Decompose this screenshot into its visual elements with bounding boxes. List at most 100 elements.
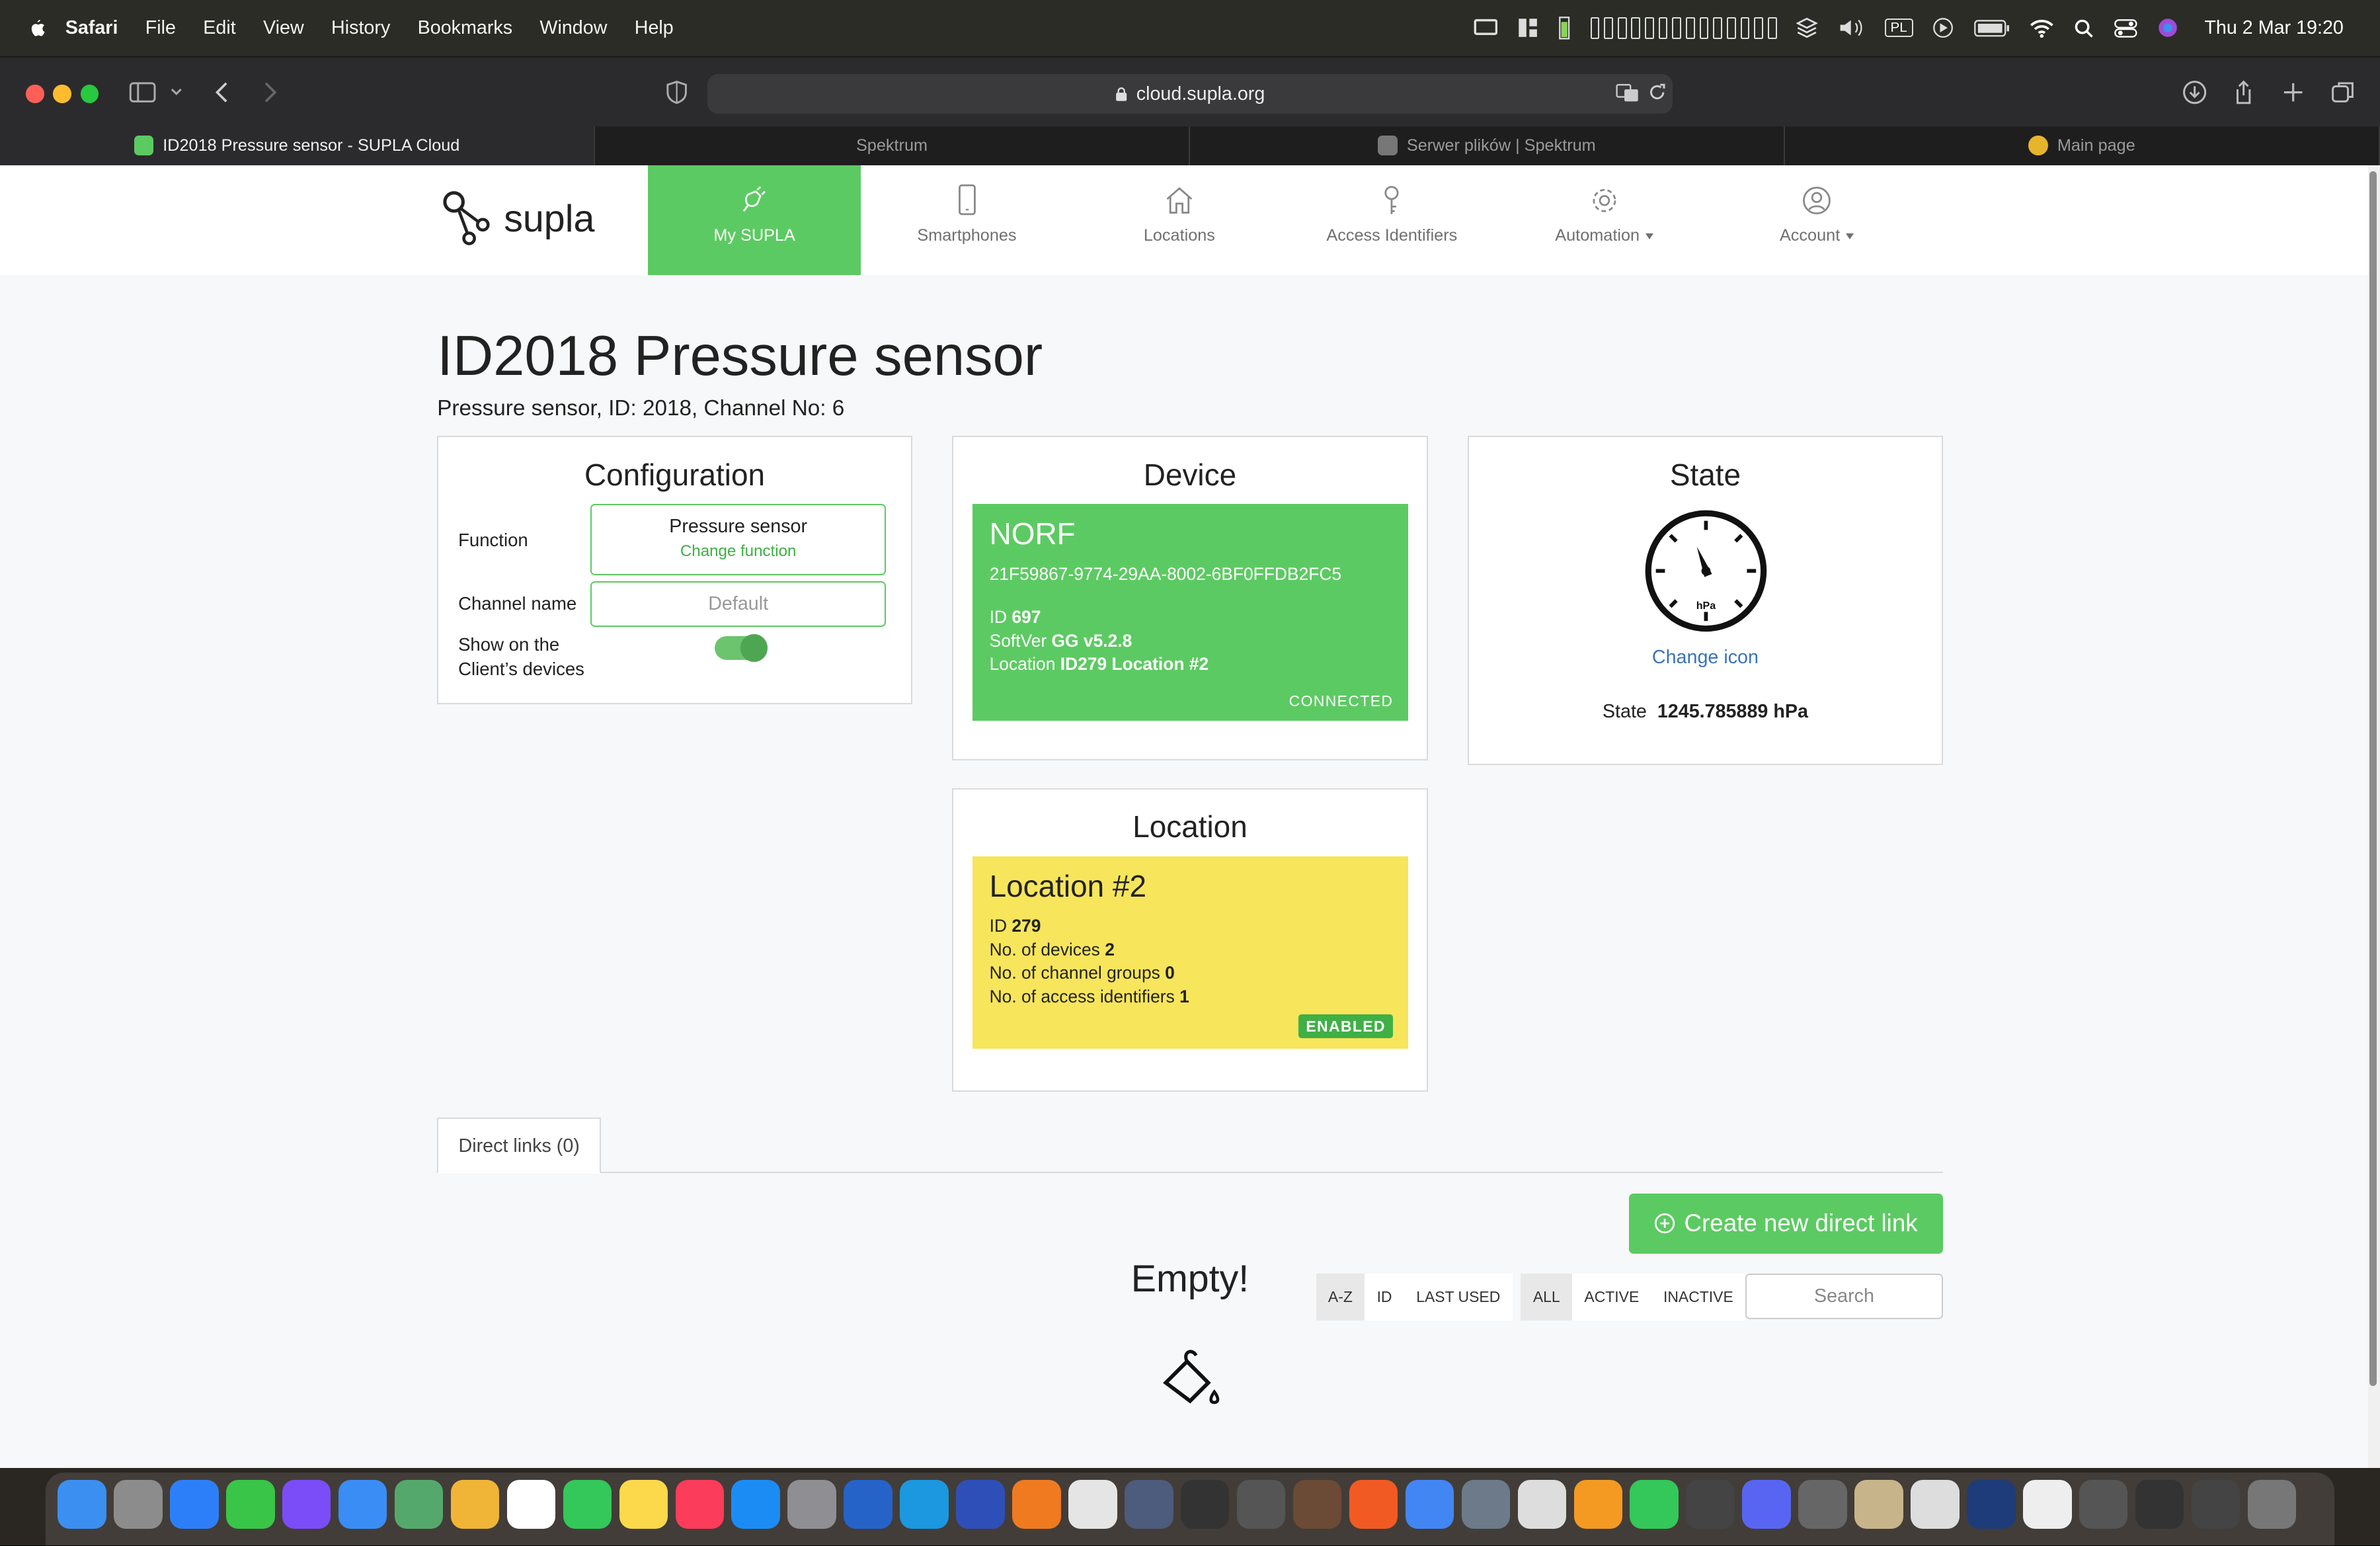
menu-app-name[interactable]: Safari xyxy=(65,17,118,39)
system-settings-icon[interactable] xyxy=(787,1480,836,1529)
chrome-icon[interactable] xyxy=(1405,1480,1454,1529)
tool-icon[interactable] xyxy=(1798,1480,1847,1529)
menu-edit[interactable]: Edit xyxy=(203,17,235,39)
transmit-icon[interactable] xyxy=(1517,1480,1567,1529)
menu-clock[interactable]: Thu 2 Mar 19:20 xyxy=(2204,17,2344,39)
messenger-icon[interactable] xyxy=(282,1480,331,1529)
battery-icon[interactable] xyxy=(1973,19,2010,38)
play-icon[interactable] xyxy=(1932,17,1954,38)
app-icon[interactable] xyxy=(1292,1480,1342,1529)
change-icon-link[interactable]: Change icon xyxy=(1469,647,1942,669)
nav-smartphones[interactable]: Smartphones xyxy=(861,165,1073,274)
new-tab-icon[interactable] xyxy=(2280,79,2307,106)
tab-supla[interactable]: ID2018 Pressure sensor - SUPLA Cloud xyxy=(0,126,595,166)
translate-icon[interactable] xyxy=(1614,79,1641,106)
nav-account[interactable]: Account xyxy=(1710,165,1923,274)
location-tile[interactable]: Location #2 ID 279 No. of devices 2 No. … xyxy=(972,856,1409,1049)
apple-icon[interactable] xyxy=(26,17,47,38)
disk-utility-icon[interactable] xyxy=(1686,1480,1735,1529)
nav-access-identifiers[interactable]: Access Identifiers xyxy=(1286,165,1498,274)
nav-automation[interactable]: Automation xyxy=(1498,165,1710,274)
safari-icon[interactable] xyxy=(170,1480,219,1529)
facetime-icon[interactable] xyxy=(563,1480,612,1529)
clipboard-app-icon[interactable] xyxy=(900,1480,949,1529)
document-icon[interactable] xyxy=(1911,1480,1960,1529)
discord-icon[interactable] xyxy=(1742,1480,1791,1529)
forward-icon[interactable] xyxy=(255,79,282,106)
channel-name-input[interactable]: Default xyxy=(590,581,887,627)
photos-icon[interactable] xyxy=(450,1480,500,1529)
tab-spektrum[interactable]: Spektrum xyxy=(595,126,1190,166)
zoom-window-button[interactable] xyxy=(80,85,99,103)
menu-history[interactable]: History xyxy=(331,17,390,39)
menu-window[interactable]: Window xyxy=(539,17,607,39)
screens-icon[interactable] xyxy=(956,1480,1005,1529)
search-icon[interactable] xyxy=(2074,19,2094,38)
app-store-icon[interactable] xyxy=(731,1480,780,1529)
brightness-icon[interactable] xyxy=(1236,1480,1286,1529)
privacy-shield-icon[interactable] xyxy=(663,79,690,106)
create-direct-link-button[interactable]: Create new direct link xyxy=(1628,1193,1943,1254)
music-icon[interactable] xyxy=(675,1480,725,1529)
show-on-devices-toggle[interactable] xyxy=(715,634,768,662)
menu-bookmarks[interactable]: Bookmarks xyxy=(418,17,512,39)
page-scrollbar[interactable] xyxy=(2367,165,2380,1469)
wifi-icon[interactable] xyxy=(2030,19,2054,38)
control-center-icon[interactable] xyxy=(2114,19,2138,38)
scrollbar-thumb[interactable] xyxy=(2369,171,2377,1387)
calendar-icon[interactable] xyxy=(506,1480,556,1529)
window-thumbnail-icon[interactable] xyxy=(2135,1480,2184,1529)
menu-file[interactable]: File xyxy=(145,17,176,39)
mail-icon[interactable] xyxy=(338,1480,387,1529)
menu-view[interactable]: View xyxy=(263,17,304,39)
display-icon[interactable] xyxy=(1474,17,1498,38)
supla-logo[interactable]: supla xyxy=(440,190,594,247)
reload-icon[interactable] xyxy=(1644,79,1671,106)
tab-file-server[interactable]: Serwer plików | Spektrum xyxy=(1190,126,1785,166)
notes-icon[interactable] xyxy=(619,1480,668,1529)
window-thumbnail-icon[interactable] xyxy=(2023,1480,2072,1529)
share-icon[interactable] xyxy=(2230,79,2257,106)
tab-main-page[interactable]: Main page xyxy=(1785,126,2380,166)
fusion-icon[interactable] xyxy=(1012,1480,1061,1529)
menu-help[interactable]: Help xyxy=(635,17,674,39)
brave-icon[interactable] xyxy=(1349,1480,1398,1529)
address-bar[interactable]: cloud.supla.org xyxy=(707,74,1673,114)
window-thumbnail-icon[interactable] xyxy=(2191,1480,2241,1529)
textedit-icon[interactable] xyxy=(1068,1480,1117,1529)
device-tile[interactable]: NORF 21F59867-9774-29AA-8002-6BF0FFDB2FC… xyxy=(972,503,1409,721)
nav-my-supla[interactable]: My SUPLA xyxy=(648,165,861,275)
final-cut-icon[interactable] xyxy=(1180,1480,1230,1529)
layers-icon[interactable] xyxy=(1796,17,1818,38)
kicad-icon[interactable] xyxy=(844,1480,892,1529)
volume-icon[interactable] xyxy=(1837,17,1864,38)
preview-icon[interactable] xyxy=(1461,1480,1511,1529)
davinci-icon[interactable] xyxy=(1125,1480,1173,1529)
back-icon[interactable] xyxy=(210,79,237,106)
tab-overview-icon[interactable] xyxy=(2330,79,2357,106)
nav-locations[interactable]: Locations xyxy=(1073,165,1285,274)
battery-level-icon[interactable] xyxy=(1558,16,1570,40)
messages-icon[interactable] xyxy=(226,1480,275,1529)
maps-icon[interactable] xyxy=(394,1480,444,1529)
trash-icon[interactable] xyxy=(2247,1480,2297,1529)
siri-icon[interactable] xyxy=(2157,17,2178,38)
numbers-icon[interactable] xyxy=(1630,1480,1679,1529)
access-identifiers-label: No. of access identifiers xyxy=(989,987,1175,1007)
window-thumbnail-icon[interactable] xyxy=(1967,1480,2016,1529)
minimize-window-button[interactable] xyxy=(53,85,71,103)
change-function-link[interactable]: Change function xyxy=(592,542,885,561)
finder-icon[interactable] xyxy=(58,1480,106,1529)
layout-icon[interactable] xyxy=(1517,17,1538,38)
downloads-icon[interactable] xyxy=(2181,79,2208,106)
launchpad-icon[interactable] xyxy=(114,1480,163,1529)
input-language[interactable]: PL xyxy=(1884,19,1913,38)
sublime-icon[interactable] xyxy=(1573,1480,1623,1529)
close-window-button[interactable] xyxy=(26,85,44,103)
sidebar-icon[interactable] xyxy=(129,79,156,106)
cpu-monitor-icon[interactable] xyxy=(1590,17,1777,39)
tab-direct-links[interactable]: Direct links (0) xyxy=(437,1117,602,1174)
folder-icon[interactable] xyxy=(1854,1480,1903,1529)
chevron-down-icon[interactable] xyxy=(167,79,186,106)
window-thumbnail-icon[interactable] xyxy=(2079,1480,2128,1529)
